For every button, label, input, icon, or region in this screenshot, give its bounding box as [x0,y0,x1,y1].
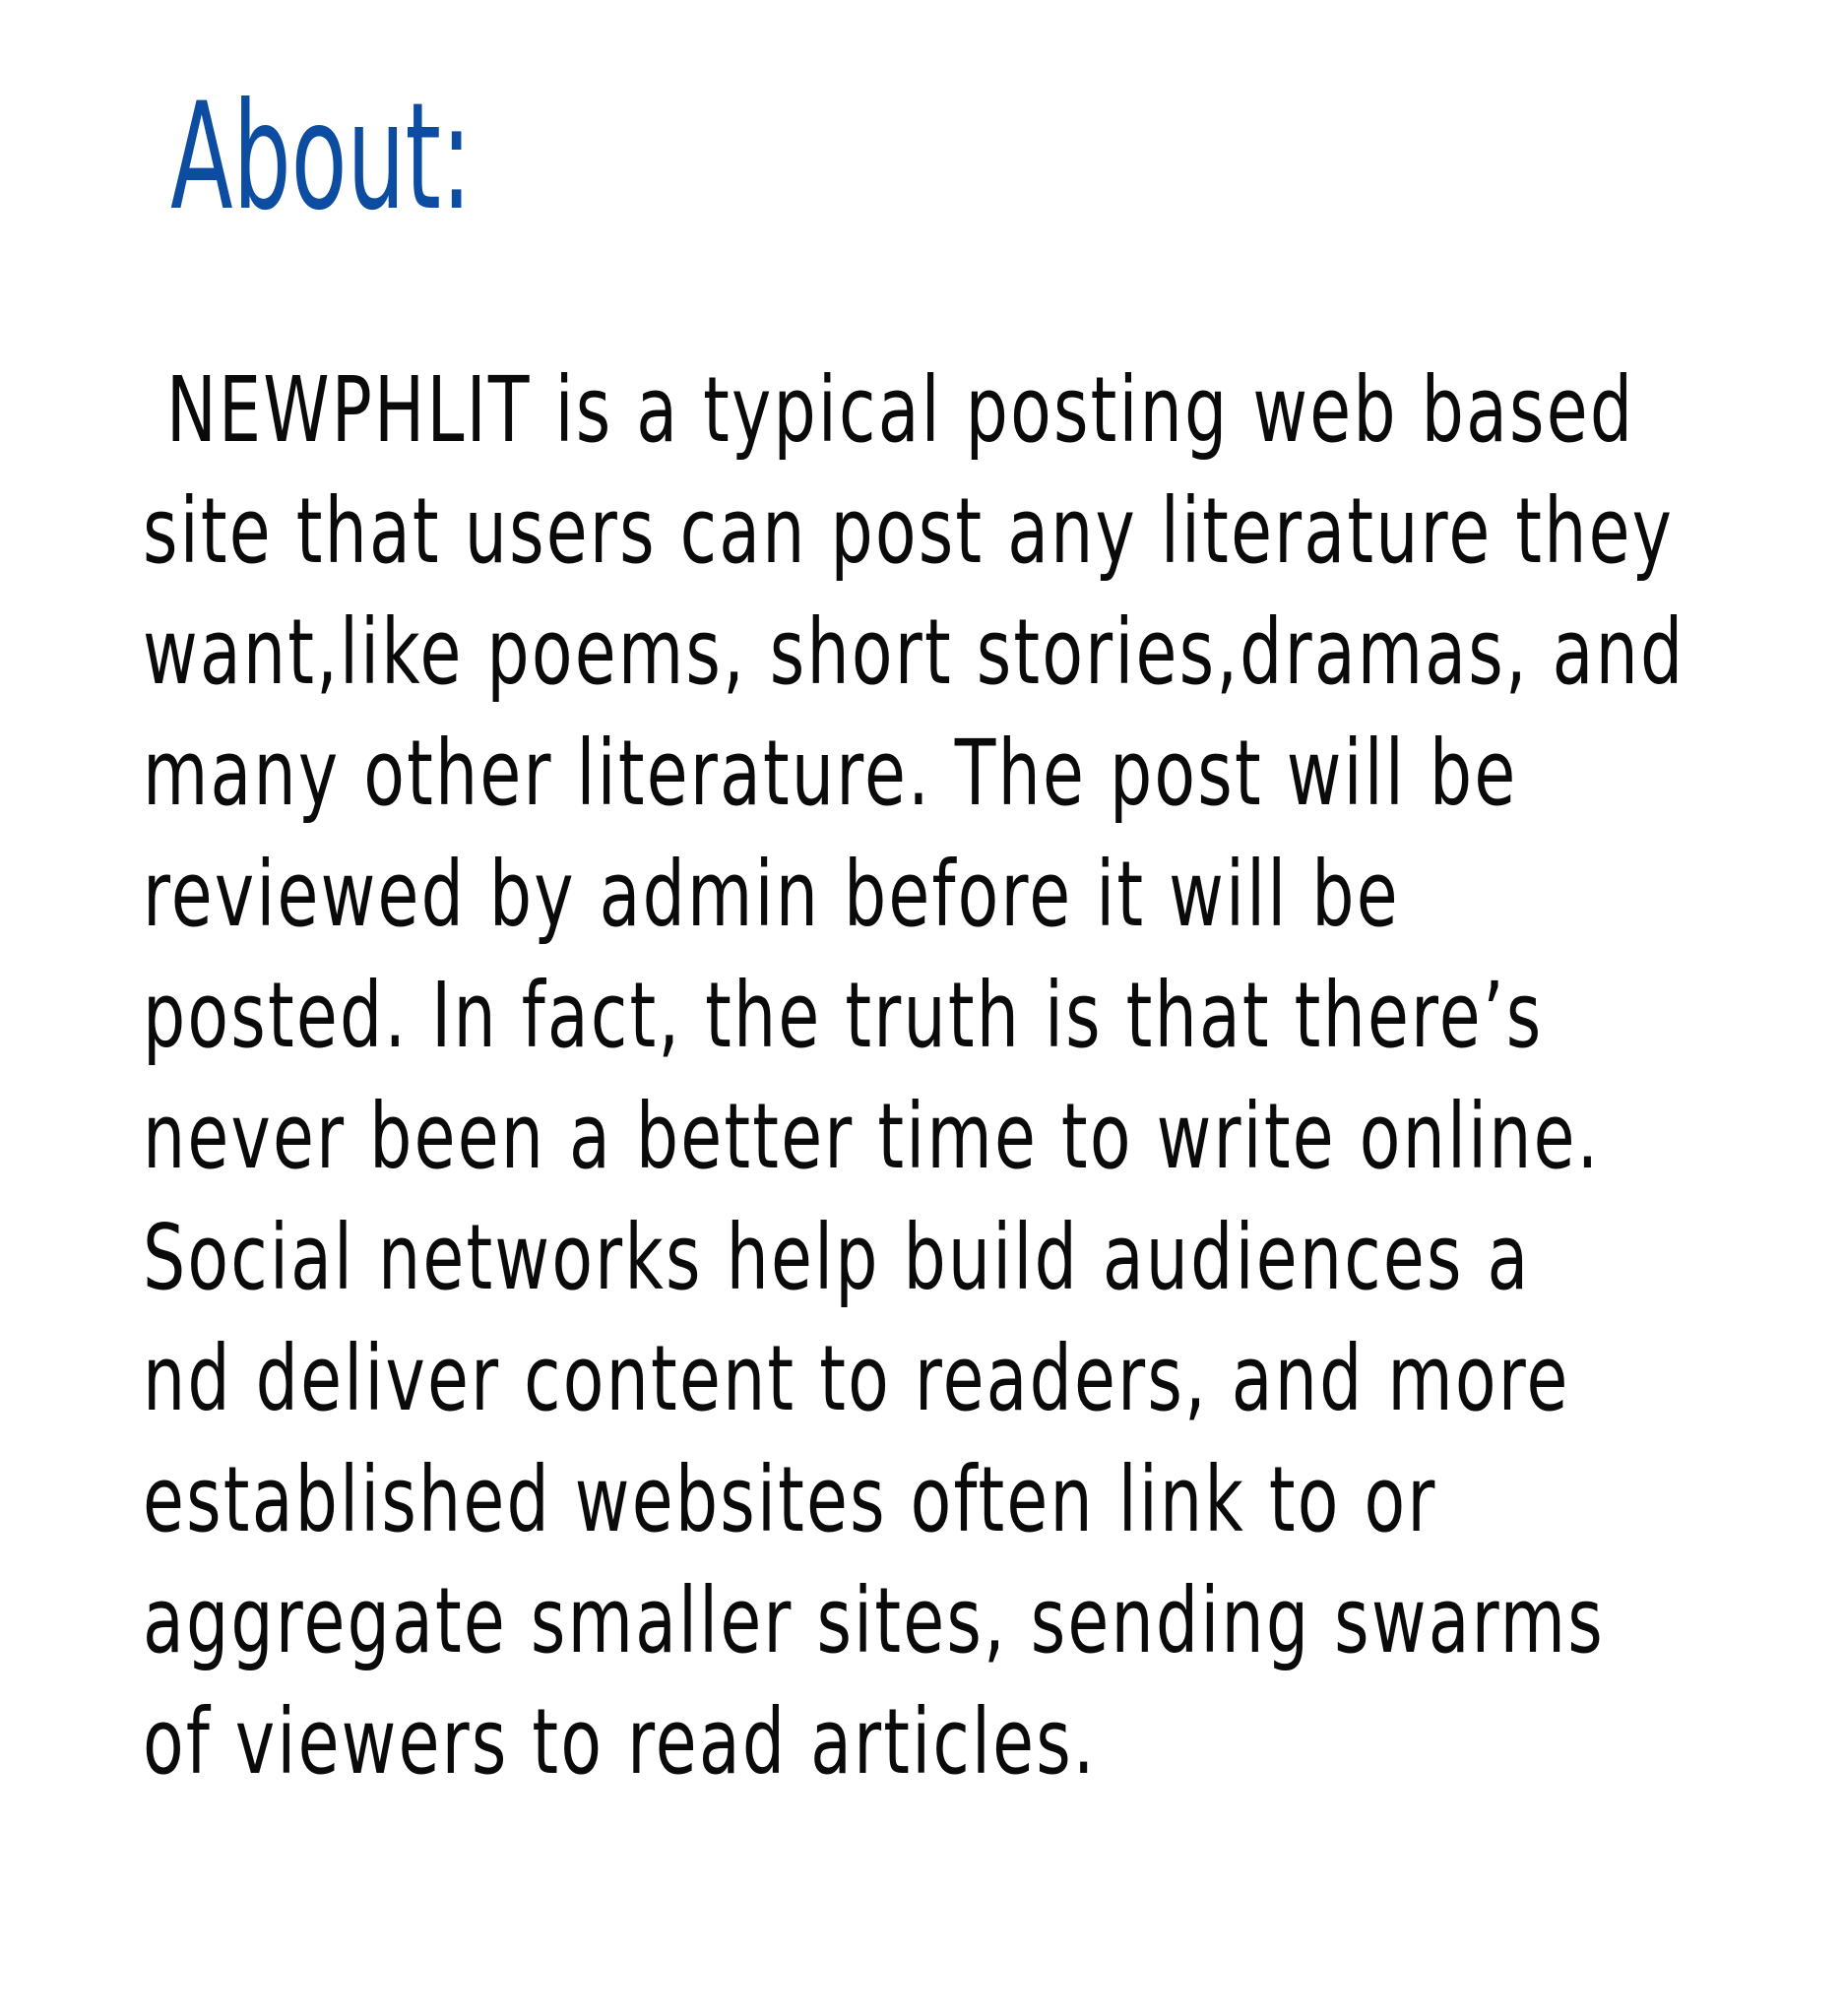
description-line: aggregate smaller sites, sending swarms [143,1568,1605,1673]
description-line: reviewed by admin before it will be [143,842,1400,947]
description-line: of viewers to read articles. [143,1689,1097,1795]
about-description: NEWPHLIT is a typical posting web based … [143,349,1844,1802]
description-line: want,like poems, short stories,dramas, a… [143,599,1685,705]
page-title: About: [170,72,473,243]
description-line: never been a better time to write online… [143,1084,1601,1189]
description-line: site that users can post any literature … [143,478,1675,584]
description-line: nd deliver content to readers, and more [143,1326,1570,1431]
description-line: Social networks help build audiences a [143,1205,1531,1310]
about-page: About: NEWPHLIT is a typical posting web… [0,0,1844,2016]
description-line: NEWPHLIT is a typical posting web based [143,357,1635,463]
description-line: established websites often link to or [143,1447,1437,1552]
description-line: many other literature. The post will be [143,721,1518,826]
description-line: posted. In fact, the truth is that there… [143,963,1544,1068]
